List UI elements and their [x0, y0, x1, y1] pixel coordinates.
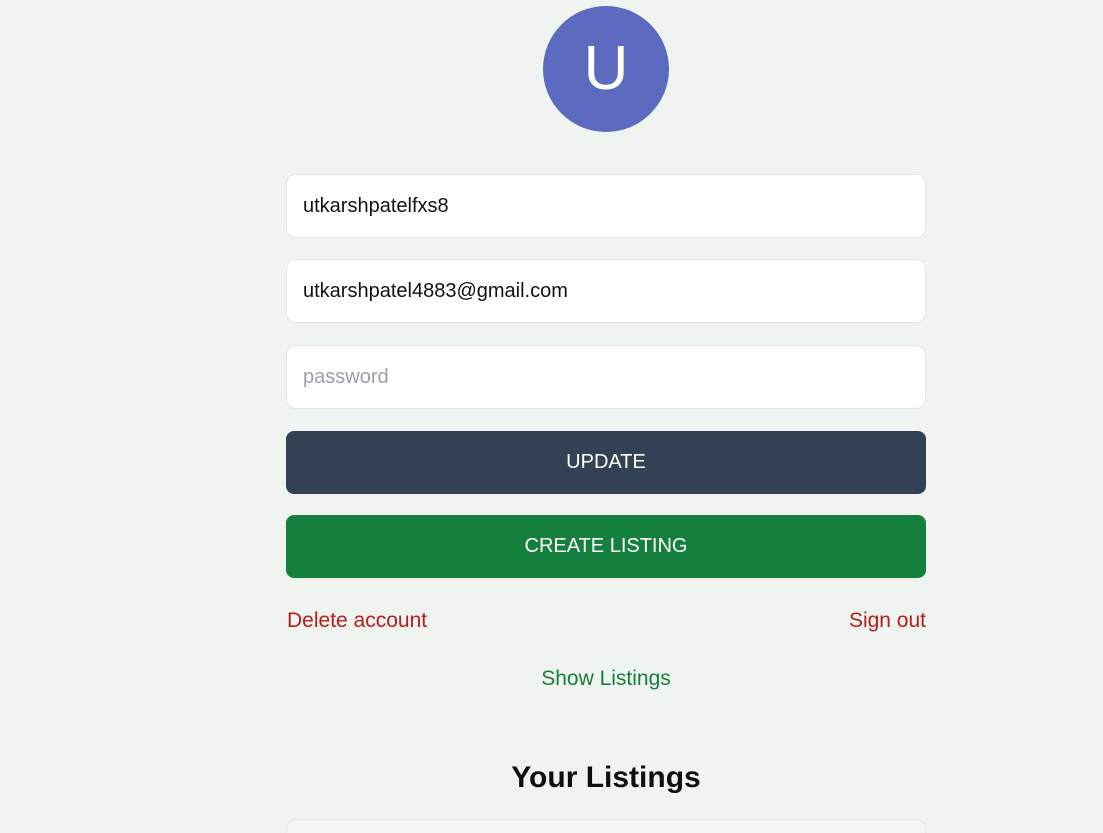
password-field[interactable]: [286, 345, 926, 409]
listing-card[interactable]: [286, 819, 926, 833]
update-button-label: UPDATE: [566, 451, 646, 473]
sign-out-link[interactable]: Sign out: [849, 610, 926, 631]
email-field[interactable]: [286, 259, 926, 323]
avatar[interactable]: U: [543, 6, 669, 132]
delete-account-link[interactable]: Delete account: [287, 610, 427, 631]
show-listings-link[interactable]: Show Listings: [0, 668, 1103, 689]
create-listing-button-label: CREATE LISTING: [524, 535, 688, 557]
username-field[interactable]: [286, 174, 926, 238]
profile-page: U UPDATE CREATE LISTING Delete account S…: [0, 0, 1103, 833]
create-listing-button[interactable]: CREATE LISTING: [286, 515, 926, 578]
update-button[interactable]: UPDATE: [286, 431, 926, 494]
listings-heading: Your Listings: [511, 761, 701, 794]
avatar-initial: U: [583, 34, 629, 103]
